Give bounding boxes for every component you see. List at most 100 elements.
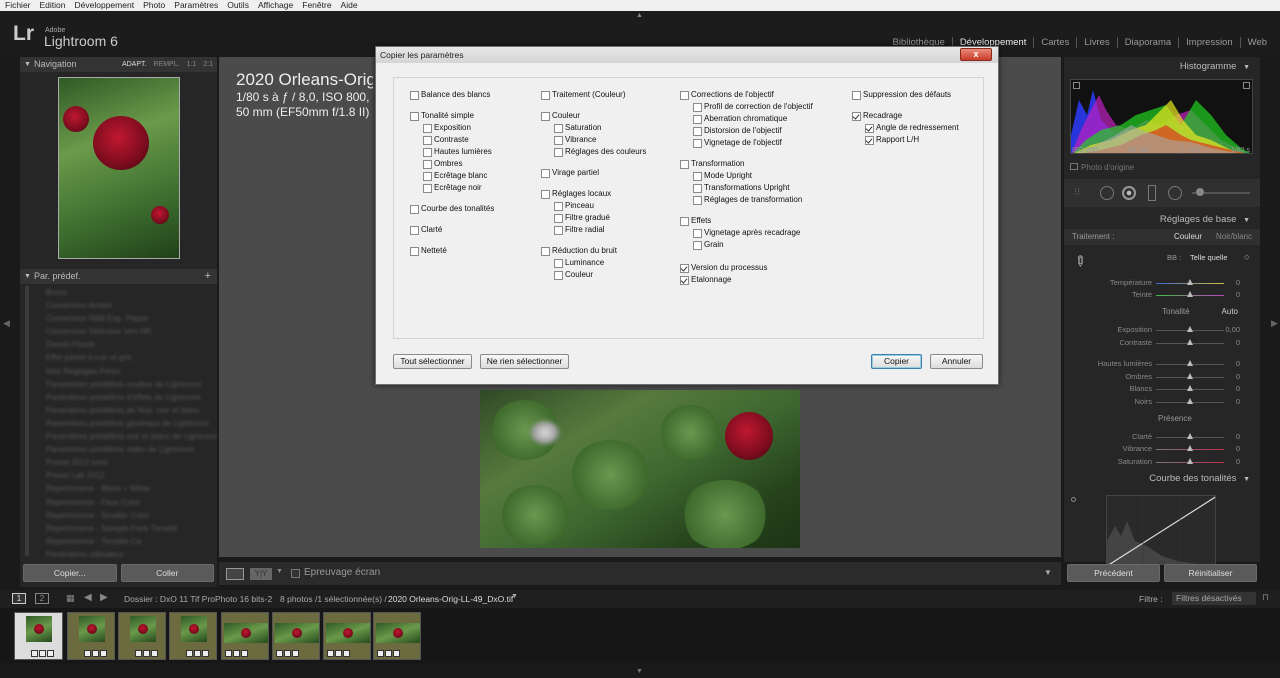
tone-curve-graph[interactable] — [1106, 495, 1216, 565]
preset-item[interactable]: Bruno — [20, 286, 217, 299]
filmstrip-thumb[interactable] — [221, 612, 269, 660]
checkbox-item[interactable]: Réglages locaux — [541, 189, 611, 199]
original-photo-checkbox[interactable] — [1070, 163, 1078, 170]
checkbox-item[interactable]: Vignetage après recadrage — [693, 228, 800, 238]
slider-value[interactable]: 0 — [1218, 432, 1240, 441]
preset-item[interactable]: Conversion N&B Exp. Papier — [20, 312, 217, 325]
menu-aide[interactable]: Aide — [341, 0, 358, 11]
checkbox-item[interactable]: Version du processus — [680, 263, 768, 273]
zoom-1-1[interactable]: 1:1 — [187, 57, 197, 72]
red-eye-icon[interactable] — [1122, 186, 1136, 200]
navigator-header[interactable]: ▼ Navigation ADAPT. REMPL. 1:1 2:1 — [20, 57, 217, 72]
toolbar-options-icon[interactable]: ▼ — [1044, 568, 1052, 577]
slider-knob[interactable] — [1187, 360, 1193, 366]
zoom-2-1[interactable]: 2:1 — [203, 57, 213, 72]
filename-dropdown-icon[interactable]: ▼ — [511, 593, 518, 600]
softproof-checkbox[interactable] — [291, 569, 300, 578]
paste-settings-button[interactable]: Coller — [120, 564, 214, 582]
module-tab-4[interactable]: Diaporama — [1116, 37, 1178, 48]
slider-knob[interactable] — [1187, 458, 1193, 464]
slider-knob[interactable] — [1187, 445, 1193, 451]
menu-fenetre[interactable]: Fenêtre — [302, 0, 331, 11]
module-tab-5[interactable]: Impression — [1178, 37, 1239, 48]
preset-item[interactable]: Repertorisme - Smaller Color — [20, 509, 217, 522]
menu-photo[interactable]: Photo — [143, 0, 165, 11]
filmstrip-thumb[interactable] — [118, 612, 166, 660]
preset-item[interactable]: Repertorisme - Black + White — [20, 482, 217, 495]
module-tab-6[interactable]: Web — [1239, 37, 1274, 48]
checkbox-item[interactable]: Réglages de transformation — [693, 195, 802, 205]
collapse-bottom-arrow-icon[interactable]: ▼ — [636, 668, 643, 675]
preset-item[interactable]: Repertorisme - Faux Color — [20, 496, 217, 509]
disclosure-triangle-icon[interactable]: ▼ — [24, 269, 31, 284]
slider-value[interactable]: 0 — [1218, 338, 1240, 347]
view-dropdown-icon[interactable]: ▼ — [276, 568, 283, 575]
menu-affichage[interactable]: Affichage — [258, 0, 293, 11]
disclosure-triangle-icon[interactable]: ▼ — [24, 57, 31, 72]
monitor-1-button[interactable]: 1 — [12, 593, 26, 604]
navigator-preview[interactable] — [58, 77, 180, 259]
preset-item[interactable]: Paramètres prédéfinis couleur de Lightro… — [20, 378, 217, 391]
previous-button[interactable]: Précédent — [1067, 564, 1160, 582]
slider-value[interactable]: 0 — [1218, 384, 1240, 393]
spot-removal-icon[interactable] — [1100, 186, 1114, 200]
menu-parametres[interactable]: Paramètres — [174, 0, 218, 11]
checkbox-item[interactable]: Angle de redressement — [865, 123, 959, 133]
close-icon[interactable]: x — [960, 48, 992, 61]
filter-select[interactable]: Filtres désactivés — [1172, 592, 1256, 605]
checkbox-item[interactable]: Transformations Upright — [693, 183, 790, 193]
white-balance-picker-icon[interactable]: ✎ — [1070, 251, 1090, 271]
checkbox-item[interactable]: Rapport L/H — [865, 135, 919, 145]
menu-fichier[interactable]: Fichier — [5, 0, 31, 11]
module-tab-2[interactable]: Cartes — [1033, 37, 1076, 48]
reset-button[interactable]: Réinitialiser — [1164, 564, 1257, 582]
preset-item[interactable]: Repertorisme - Sample Pack Tonalité — [20, 522, 217, 535]
disclosure-triangle-icon[interactable]: ▼ — [1243, 64, 1250, 71]
radial-filter-icon[interactable] — [1168, 186, 1182, 200]
preset-item[interactable]: Conversion Ambre — [20, 299, 217, 312]
filmstrip-thumb[interactable] — [14, 612, 63, 660]
filmstrip-thumb[interactable] — [373, 612, 421, 660]
checkbox-item[interactable]: Filtre radial — [554, 225, 605, 235]
grid-view-icon[interactable]: ▦ — [66, 593, 75, 604]
checkbox-item[interactable]: Réglages des couleurs — [554, 147, 646, 157]
checkbox-item[interactable]: Ombres — [423, 159, 462, 169]
checkbox-item[interactable]: Transformation — [680, 159, 745, 169]
before-after-view-icon[interactable]: Y|Y — [250, 568, 272, 580]
preset-item[interactable]: Paramètres utilisateur — [20, 548, 217, 561]
preset-item[interactable]: Dessin Flouté — [20, 338, 217, 351]
checkbox-item[interactable]: Grain — [693, 240, 724, 250]
brush-slider-knob[interactable] — [1196, 188, 1204, 196]
filmstrip-thumb[interactable] — [67, 612, 115, 660]
checkbox-item[interactable]: Contraste — [423, 135, 469, 145]
slider-knob[interactable] — [1187, 326, 1193, 332]
checkbox-item[interactable]: Luminance — [554, 258, 604, 268]
disclosure-triangle-icon[interactable]: ▼ — [1243, 476, 1250, 483]
slider-knob[interactable] — [1187, 433, 1193, 439]
preset-item[interactable]: Mes Réglages Perso — [20, 365, 217, 378]
shadow-clipping-icon[interactable] — [1073, 82, 1080, 89]
checkbox-item[interactable]: Vignetage de l'objectif — [693, 138, 782, 148]
loupe-view-icon[interactable] — [226, 568, 244, 580]
auto-tone-button[interactable]: Auto — [1064, 307, 1260, 316]
select-none-button[interactable]: Ne rien sélectionner — [480, 354, 569, 369]
crop-tool-icon[interactable]: ⁝⁝ — [1074, 187, 1080, 198]
curve-target-icon[interactable] — [1071, 497, 1076, 502]
forward-arrow-icon[interactable]: ▶ — [100, 592, 108, 603]
treatment-color[interactable]: Couleur — [1174, 229, 1202, 245]
preset-item[interactable]: Paramètres prédéfinis vidéo de Lightroom — [20, 443, 217, 456]
checkbox-item[interactable]: Profil de correction de l'objectif — [693, 102, 813, 112]
disclosure-triangle-icon[interactable]: ▼ — [1243, 217, 1250, 224]
slider-value[interactable]: 0,00 — [1218, 325, 1240, 334]
slider-value[interactable]: 0 — [1218, 397, 1240, 406]
tone-curve-header[interactable]: Courbe des tonalités ▼ — [1064, 471, 1260, 487]
zoom-fit[interactable]: ADAPT. — [122, 57, 147, 72]
checkbox-item[interactable]: Distorsion de l'objectif — [693, 126, 782, 136]
cancel-button[interactable]: Annuler — [930, 354, 983, 369]
preset-item[interactable]: Paramètres prédéfinis de Noir, noir et b… — [20, 404, 217, 417]
preset-item[interactable]: Preset Lab 2012 — [20, 469, 217, 482]
preset-item[interactable]: Conversion Sélective Vert HR — [20, 325, 217, 338]
preset-item[interactable]: Paramètres prédéfinis noir et blanc de L… — [20, 430, 217, 443]
checkbox-item[interactable]: Mode Upright — [693, 171, 752, 181]
checkbox-item[interactable]: Ecrêtage noir — [423, 183, 482, 193]
